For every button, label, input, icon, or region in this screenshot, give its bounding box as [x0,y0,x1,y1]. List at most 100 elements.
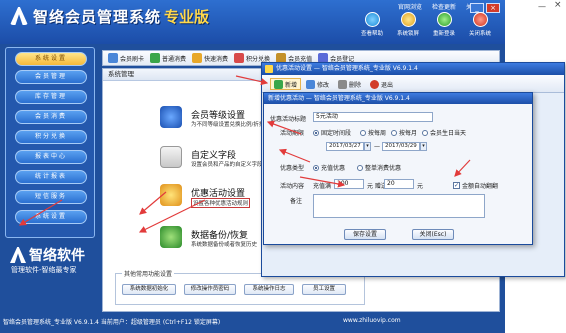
sidebar-item-points-exchange[interactable]: 积分兑换 [15,130,87,144]
power-icon [472,12,488,27]
status-bar: 智络会员管理系统_专业版 V6.9.1.4 当前用户：超级管理员 (Ctrl+F… [0,313,505,333]
auto-gift-checkbox[interactable]: ✓ 金额自动翻翻 [453,181,498,190]
period-label: 活动期限 [280,130,305,137]
relogin-label: 重新登录 [432,31,455,37]
sidebar-item-system-settings[interactable]: 系统设置 [15,210,87,224]
content-label: 活动内容 [280,183,305,190]
new-promotion-title: 新增优惠活动 — 智络会员管理系统_专业版 V6.9.1.4 [264,93,532,104]
operation-log-button[interactable]: 系统操作日志 [244,284,294,295]
radio-dot [391,129,397,136]
gift-amount-input[interactable]: 20 [384,179,414,189]
date-separator: — [374,143,380,150]
other-functions-legend: 其他常用功能设置 [122,269,175,278]
help-icon [364,12,380,27]
save-settings-button[interactable]: 保存设置 [344,229,386,240]
delete-label: 删除 [349,81,362,89]
relogin-button[interactable]: 重新登录 [430,12,458,37]
radio-dot [422,129,428,136]
period-monthly-radio[interactable]: 按每月 [391,128,417,137]
period-weekly-label: 按每周 [368,130,387,137]
delete-button[interactable]: 删除 [338,78,361,90]
exit-system-button[interactable]: 关闭系统 [466,12,494,37]
website-url: www.zhiluovip.com [343,317,401,324]
auto-gift-label: 金额自动翻翻 [462,183,499,190]
sidebar-item-member-management[interactable]: 会员管理 [15,70,87,84]
period-weekly-radio[interactable]: 按每周 [360,128,386,137]
feature-member-level-desc: 为不同等级设置兑换比例/折扣 [191,122,265,128]
close-dialog-button[interactable]: 关闭(Esc) [412,229,454,240]
brand-logo-icon [10,247,26,263]
toolbar-card-swipe-label: 会员刷卡 [120,55,145,63]
gift-icon [234,53,245,63]
link-check-update[interactable]: 检查更新 [432,2,456,11]
sidebar-item-sms[interactable]: 短信服务 [15,190,87,204]
period-birthday-radio[interactable]: 会员生日当天 [422,128,466,137]
sidebar-item-inventory[interactable]: 库存管理 [15,90,87,104]
sidebar-item-reports[interactable]: 报表中心 [15,150,87,164]
radio-dot [357,164,363,171]
other-functions-group: 其他常用功能设置 系统数据初始化 修改操作员密码 系统操作日志 员工设置 [115,269,365,305]
outer-close-icon[interactable]: × [554,0,562,10]
lock-icon [400,12,416,27]
checkbox-box: ✓ [453,182,460,189]
feature-custom-fields-desc: 设置会员和产品的自定义字段 [191,162,263,168]
staff-settings-button[interactable]: 员工设置 [302,284,346,295]
outer-minimize-icon[interactable]: — [538,2,550,11]
feature-promotion-settings-desc: 设置各种优惠活动规则 [191,198,251,208]
backup-icon [160,226,182,248]
type-recharge-label: 充值优惠 [321,165,346,172]
lock-label: 系统锁屏 [396,31,419,37]
promotion-icon [160,184,182,206]
card-icon [108,53,118,63]
start-date-input[interactable]: 2017/03/27 [326,142,364,151]
title-bar: 智络会员管理系统 专业版 官网浏览 检查更新 关于 _ × 查看帮助 系统锁屏 … [0,0,505,44]
add-button[interactable]: 新增 [270,78,302,90]
help-button[interactable]: 查看帮助 [358,12,386,37]
type-order-label: 整单消费优惠 [365,165,402,172]
custom-fields-icon [160,146,182,168]
sidebar-item-system-settings-active[interactable]: 系统设置 [15,52,87,66]
top-tools: 查看帮助 系统锁屏 重新登录 关闭系统 [358,12,494,37]
sidebar-item-statistics[interactable]: 统计报表 [15,170,87,184]
start-date-dropdown-icon[interactable]: ▾ [364,142,371,151]
status-text: 智络会员管理系统_专业版 V6.9.1.4 当前用户：超级管理员 (Ctrl+F… [3,319,221,326]
exit-icon [370,79,379,89]
add-icon [274,79,283,89]
radio-dot [313,129,319,136]
type-recharge-radio[interactable]: 充值优惠 [313,163,345,172]
promotion-name-label: 优惠活动标题 [270,116,307,123]
promotion-settings-titlebar: 优惠活动设置 — 智络会员管理系统_专业版 V6.9.1.4 [262,63,564,75]
edit-label: 修改 [317,81,330,89]
app-edition: 专业版 [164,8,210,26]
exit-label-dialog: 退出 [381,81,394,89]
toolbar-normal-consume[interactable]: 普通消费 [150,53,186,63]
promotion-name-input[interactable]: 5元活动 [313,112,433,122]
sidebar-item-member-consumption[interactable]: 会员消费 [15,110,87,124]
promotion-settings-toolbar: 新增 修改 删除 退出 [262,75,564,93]
type-order-radio[interactable]: 整单消费优惠 [357,163,401,172]
lock-screen-button[interactable]: 系统锁屏 [394,12,422,37]
link-website[interactable]: 官网浏览 [398,2,422,11]
change-password-button[interactable]: 修改操作员密码 [184,284,236,295]
data-init-button[interactable]: 系统数据初始化 [122,284,176,295]
recharge-amount-input[interactable]: 100 [334,179,364,189]
toolbar-quick-consume-label: 快速消费 [204,55,229,63]
toolbar-normal-consume-label: 普通消费 [162,55,187,63]
period-fixed-label: 固定时间段 [321,130,352,137]
brand-name: 智络软件 [29,248,85,264]
feature-data-backup-desc: 系统数据备份或者恢复历史 [191,242,258,248]
brand-slogan: 管理软件-智络最专家 [11,266,77,274]
promotion-settings-title: 优惠活动设置 — 智络会员管理系统_专业版 V6.9.1.4 [276,65,418,72]
toolbar-quick-consume[interactable]: 快速消费 [192,53,228,63]
remark-textarea[interactable] [313,194,485,218]
period-fixed-radio[interactable]: 固定时间段 [313,128,351,137]
sidebar-panel: 系统设置 会员管理 库存管理 会员消费 积分兑换 报表中心 统计报表 短信服务 … [5,47,95,238]
exit-button[interactable]: 退出 [370,78,393,90]
toolbar-card-swipe[interactable]: 会员刷卡 [108,53,144,63]
top-links: 官网浏览 检查更新 关于 [398,2,478,11]
period-birthday-label: 会员生日当天 [430,130,467,137]
end-date-dropdown-icon[interactable]: ▾ [420,142,427,151]
end-date-input[interactable]: 2017/03/29 [382,142,420,151]
radio-dot [360,129,366,136]
edit-button[interactable]: 修改 [306,78,329,90]
